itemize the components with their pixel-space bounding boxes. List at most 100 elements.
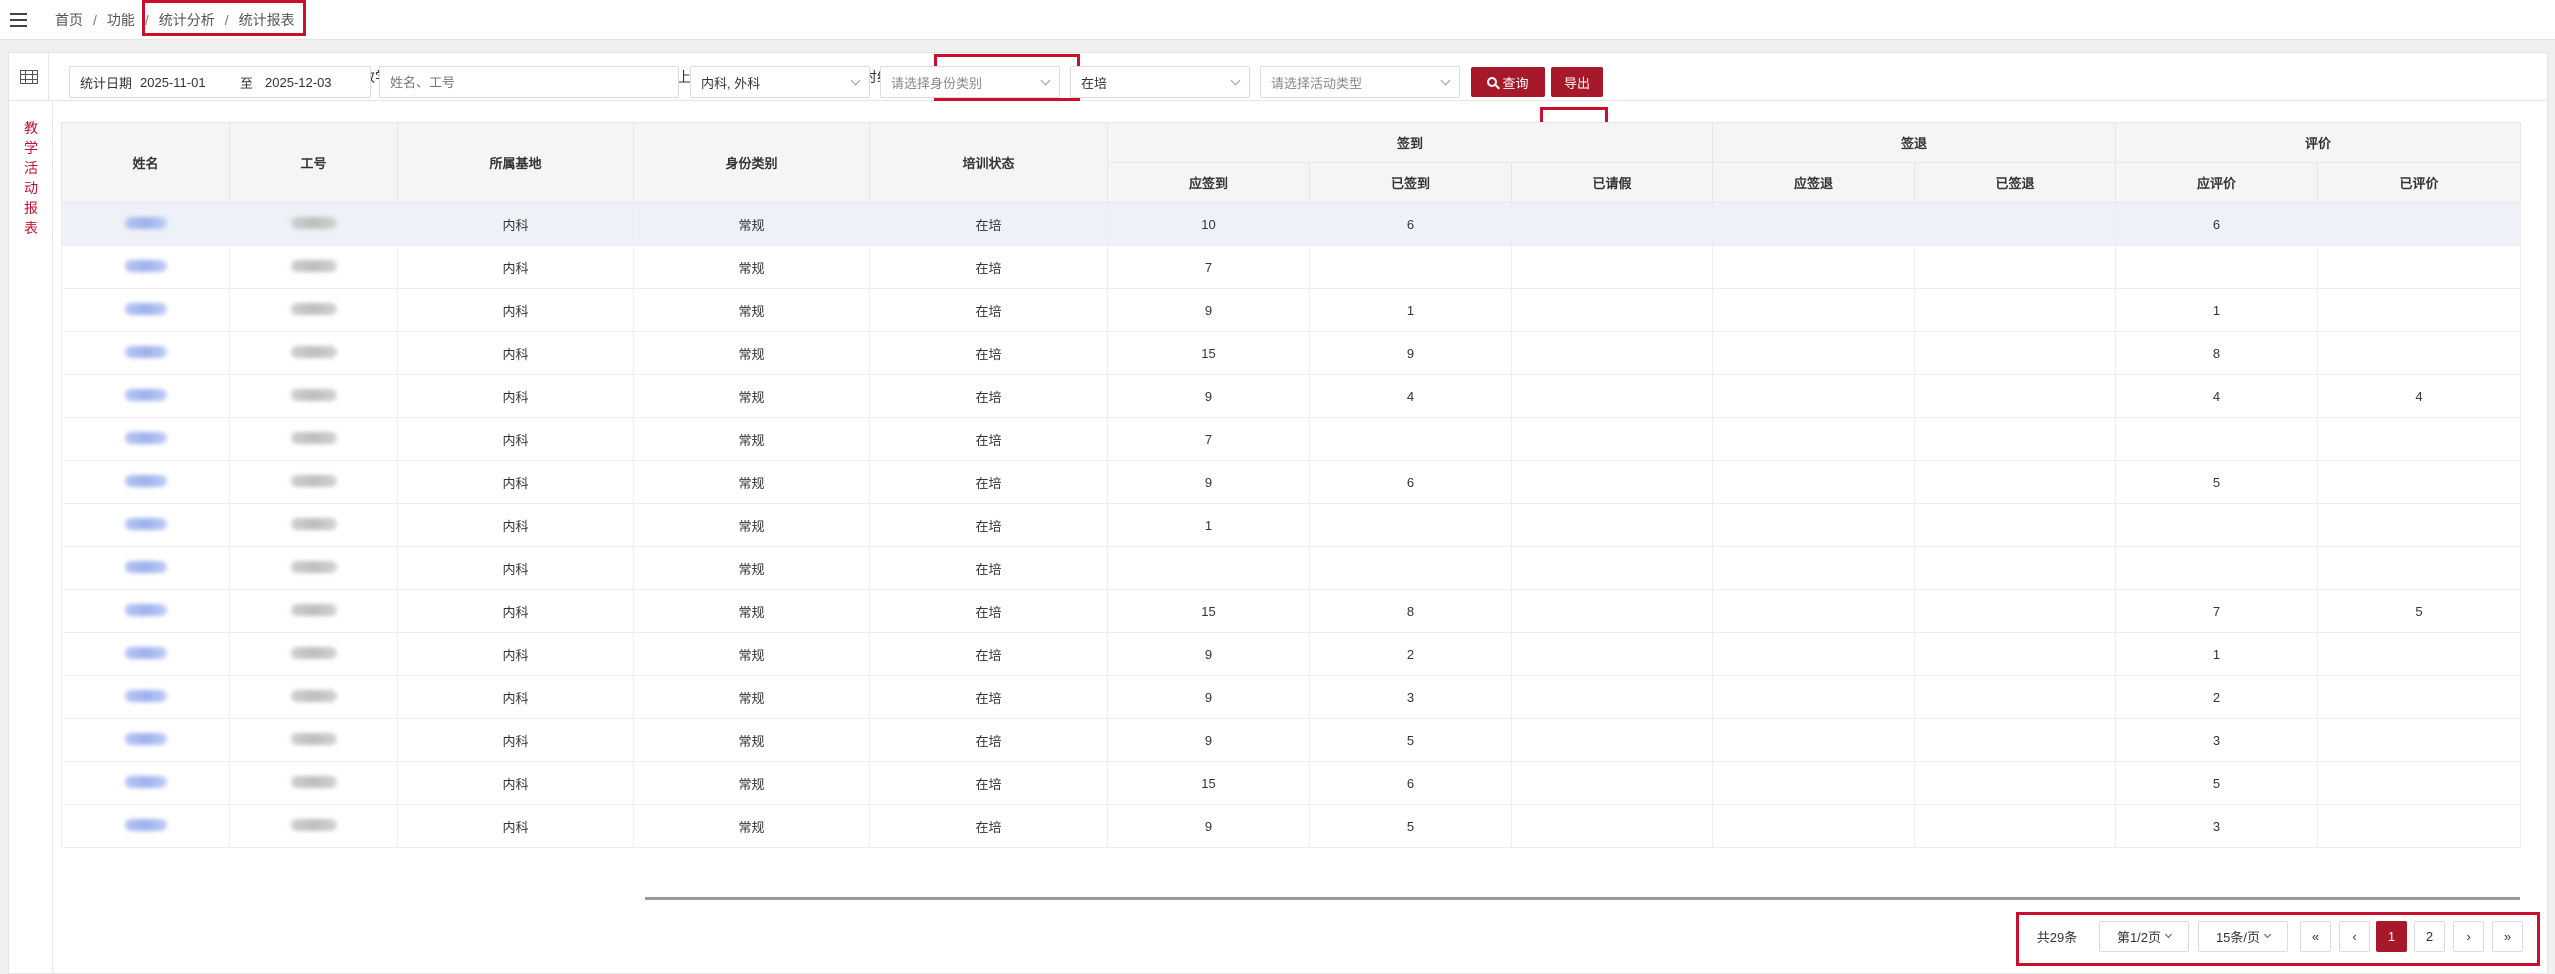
redacted-name[interactable] xyxy=(124,302,167,315)
table-row[interactable]: 内科 常规 在培 15 6 5 xyxy=(61,761,2522,805)
cell-should-eval: 3 xyxy=(2115,804,2319,848)
search-button[interactable]: 查询 xyxy=(1471,67,1545,97)
header-should-signin[interactable]: 应签到 xyxy=(1107,162,1310,203)
table-row[interactable]: 内科 常规 在培 9 5 3 xyxy=(61,718,2522,762)
cell-name-redacted[interactable] xyxy=(61,245,230,289)
cell-name-redacted[interactable] xyxy=(61,718,230,762)
table-row[interactable]: 内科 常规 在培 xyxy=(61,546,2522,590)
status-select[interactable]: 在培 xyxy=(1070,66,1250,98)
table-row[interactable]: 内科 常规 在培 15 9 8 xyxy=(61,331,2522,375)
header-should-signout[interactable]: 应签退 xyxy=(1712,162,1916,203)
last-page-button[interactable]: » xyxy=(2492,921,2523,952)
cell-name-redacted[interactable] xyxy=(61,546,230,590)
first-page-button[interactable]: « xyxy=(2300,921,2331,952)
header-id[interactable]: 工号 xyxy=(229,122,398,203)
cell-should-eval: 6 xyxy=(2115,202,2319,246)
prev-page-button[interactable]: ‹ xyxy=(2339,921,2370,952)
breadcrumb-function[interactable]: 功能 xyxy=(107,10,135,30)
header-signed-in[interactable]: 已签到 xyxy=(1309,162,1512,203)
page-button-2[interactable]: 2 xyxy=(2414,921,2445,952)
redacted-name[interactable] xyxy=(124,345,167,358)
table-row[interactable]: 内科 常规 在培 1 xyxy=(61,503,2522,547)
cell-should-eval xyxy=(2115,546,2319,590)
side-nav-title[interactable]: 教 学 活 动 报 表 xyxy=(9,102,53,238)
redacted-name[interactable] xyxy=(124,216,167,229)
breadcrumb-stat-analysis[interactable]: 统计分析 xyxy=(159,10,215,30)
cell-name-redacted[interactable] xyxy=(61,675,230,719)
name-search-input[interactable] xyxy=(379,66,679,98)
cell-signed-in xyxy=(1309,503,1512,547)
cell-name-redacted[interactable] xyxy=(61,460,230,504)
export-button[interactable]: 导出 xyxy=(1551,67,1603,97)
redacted-name[interactable] xyxy=(124,259,167,272)
menu-icon[interactable] xyxy=(0,0,36,40)
page-button-1[interactable]: 1 xyxy=(2376,921,2407,952)
redacted-name[interactable] xyxy=(124,603,167,616)
cell-name-redacted[interactable] xyxy=(61,503,230,547)
cell-identity: 常规 xyxy=(633,675,870,719)
header-identity[interactable]: 身份类别 xyxy=(633,122,870,203)
header-leave[interactable]: 已请假 xyxy=(1510,162,1714,203)
header-signed-out[interactable]: 已签退 xyxy=(1914,162,2117,203)
cell-status: 在培 xyxy=(869,503,1108,547)
redacted-name[interactable] xyxy=(124,474,167,487)
redacted-name[interactable] xyxy=(124,732,167,745)
redacted-name[interactable] xyxy=(124,646,167,659)
header-name[interactable]: 姓名 xyxy=(61,122,230,203)
date-end: 2025-12-03 xyxy=(265,74,332,90)
cell-should-signin: 9 xyxy=(1107,675,1310,719)
page-size-select[interactable]: 15条/页 xyxy=(2198,921,2288,952)
redacted-name[interactable] xyxy=(124,560,167,573)
cell-should-eval: 1 xyxy=(2115,288,2319,332)
cell-base: 内科 xyxy=(397,288,634,332)
cell-name-redacted[interactable] xyxy=(61,288,230,332)
table-row[interactable]: 内科 常规 在培 9 2 1 xyxy=(61,632,2522,676)
date-start: 2025-11-01 xyxy=(140,74,206,90)
redacted-name[interactable] xyxy=(124,517,167,530)
cell-name-redacted[interactable] xyxy=(61,804,230,848)
cell-name-redacted[interactable] xyxy=(61,632,230,676)
cell-name-redacted[interactable] xyxy=(61,331,230,375)
cell-should-signout xyxy=(1712,675,1916,719)
cell-name-redacted[interactable] xyxy=(61,374,230,418)
header-base[interactable]: 所属基地 xyxy=(397,122,634,203)
cell-base: 内科 xyxy=(397,460,634,504)
redacted-name[interactable] xyxy=(124,388,167,401)
cell-id-redacted xyxy=(229,804,398,848)
redacted-name[interactable] xyxy=(124,775,167,788)
table-row[interactable]: 内科 常规 在培 9 4 4 4 xyxy=(61,374,2522,418)
header-should-eval[interactable]: 应评价 xyxy=(2115,162,2319,203)
table-row[interactable]: 内科 常规 在培 9 3 2 xyxy=(61,675,2522,719)
table-row[interactable]: 内科 常规 在培 15 8 7 5 xyxy=(61,589,2522,633)
redacted-name[interactable] xyxy=(124,818,167,831)
cell-name-redacted[interactable] xyxy=(61,589,230,633)
table-row[interactable]: 内科 常规 在培 7 xyxy=(61,245,2522,289)
cell-signed-in: 6 xyxy=(1309,202,1512,246)
side-nav-char: 活 xyxy=(24,160,38,176)
table-row[interactable]: 内科 常规 在培 9 6 5 xyxy=(61,460,2522,504)
date-range-field[interactable]: 统计日期 2025-11-01 至 2025-12-03 xyxy=(69,66,371,98)
activity-type-select[interactable]: 请选择活动类型 xyxy=(1260,66,1460,98)
table-row[interactable]: 内科 常规 在培 7 xyxy=(61,417,2522,461)
page-select-value: 第1/2页 xyxy=(2116,930,2162,945)
page-select[interactable]: 第1/2页 xyxy=(2099,921,2189,952)
table-row[interactable]: 内科 常规 在培 9 5 3 xyxy=(61,804,2522,848)
cell-name-redacted[interactable] xyxy=(61,417,230,461)
cell-name-redacted[interactable] xyxy=(61,761,230,805)
department-select[interactable]: 内科, 外科 xyxy=(690,66,870,98)
redacted-id xyxy=(290,646,337,659)
cell-signed-out xyxy=(1914,632,2117,676)
table-row[interactable]: 内科 常规 在培 10 6 6 xyxy=(61,202,2522,246)
next-page-button[interactable]: › xyxy=(2453,921,2484,952)
cell-signed-in xyxy=(1309,546,1512,590)
identity-select[interactable]: 请选择身份类别 xyxy=(880,66,1060,98)
redacted-name[interactable] xyxy=(124,431,167,444)
header-status[interactable]: 培训状态 xyxy=(869,122,1108,203)
breadcrumb-home[interactable]: 首页 xyxy=(55,10,83,30)
horizontal-scrollbar[interactable] xyxy=(645,897,2520,900)
table-icon[interactable] xyxy=(9,52,49,101)
table-row[interactable]: 内科 常规 在培 9 1 1 xyxy=(61,288,2522,332)
redacted-name[interactable] xyxy=(124,689,167,702)
cell-name-redacted[interactable] xyxy=(61,202,230,246)
header-evaluated[interactable]: 已评价 xyxy=(2317,162,2522,203)
